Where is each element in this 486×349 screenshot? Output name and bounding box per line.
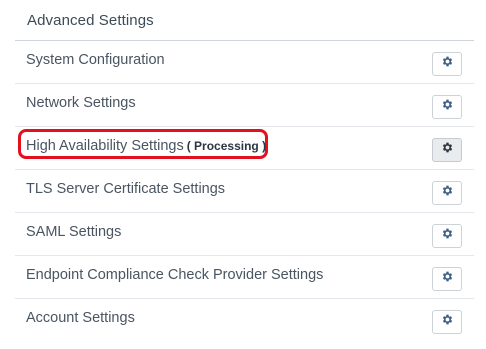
settings-row-network: Network Settings bbox=[15, 84, 474, 127]
gear-icon bbox=[441, 141, 454, 159]
high-availability-settings-button[interactable] bbox=[432, 138, 462, 162]
advanced-settings-panel: Advanced Settings System Configuration N… bbox=[0, 0, 486, 349]
account-settings-button[interactable] bbox=[432, 310, 462, 334]
endpoint-compliance-settings-button[interactable] bbox=[432, 267, 462, 291]
saml-settings-button[interactable] bbox=[432, 224, 462, 248]
settings-row-label: Endpoint Compliance Check Provider Setti… bbox=[26, 267, 324, 283]
settings-row-label: Account Settings bbox=[26, 310, 135, 326]
settings-row-label: Network Settings bbox=[26, 95, 136, 111]
gear-icon bbox=[441, 98, 454, 116]
gear-icon bbox=[441, 270, 454, 288]
gear-icon bbox=[441, 227, 454, 245]
settings-row-high-availability: High Availability Settings( Processing ) bbox=[15, 127, 474, 170]
gear-icon bbox=[441, 313, 454, 331]
gear-icon bbox=[441, 184, 454, 202]
high-availability-label: High Availability Settings bbox=[26, 138, 184, 154]
settings-row-system-configuration: System Configuration bbox=[15, 41, 474, 84]
system-configuration-settings-button[interactable] bbox=[432, 52, 462, 76]
settings-row-label: TLS Server Certificate Settings bbox=[26, 181, 226, 197]
network-settings-button[interactable] bbox=[432, 95, 462, 119]
settings-row-label: SAML Settings bbox=[26, 224, 122, 240]
settings-row-saml: SAML Settings bbox=[15, 213, 474, 256]
gear-icon bbox=[441, 55, 454, 73]
settings-row-endpoint-compliance: Endpoint Compliance Check Provider Setti… bbox=[15, 256, 474, 299]
settings-list: System Configuration Network Settings Hi… bbox=[15, 41, 474, 342]
tls-certificate-settings-button[interactable] bbox=[432, 181, 462, 205]
settings-row-label: System Configuration bbox=[26, 52, 165, 68]
panel-title: Advanced Settings bbox=[27, 12, 154, 29]
settings-row-label: High Availability Settings( Processing ) bbox=[26, 138, 266, 154]
settings-row-tls-certificate: TLS Server Certificate Settings bbox=[15, 170, 474, 213]
processing-status: ( Processing ) bbox=[186, 139, 267, 153]
settings-row-account: Account Settings bbox=[15, 299, 474, 342]
